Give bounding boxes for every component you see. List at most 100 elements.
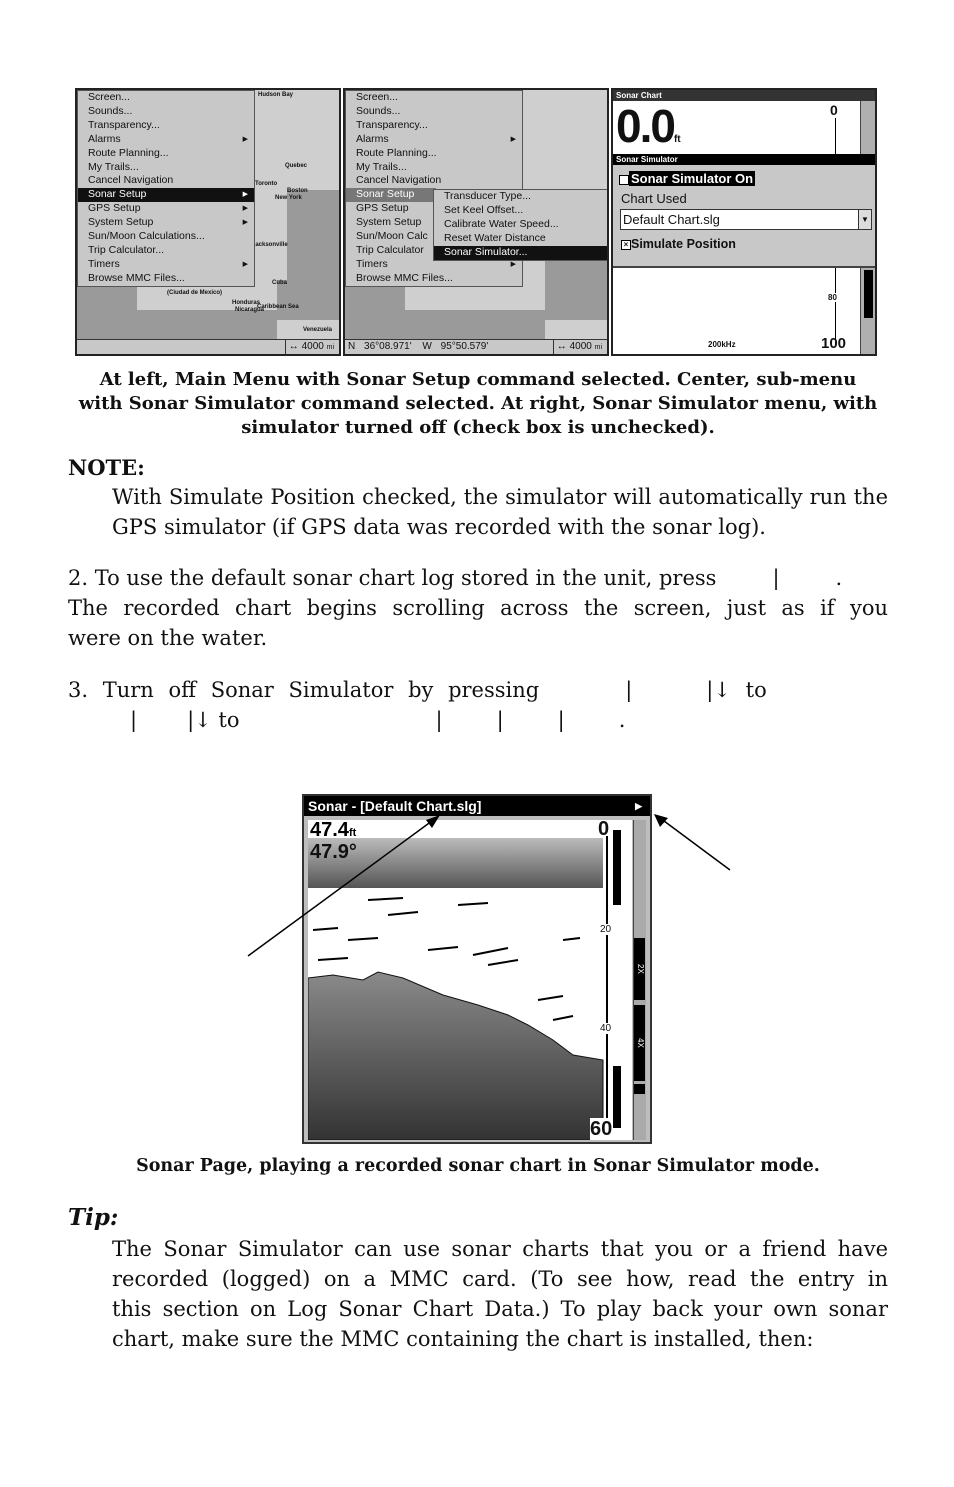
callout-arrow-play: [659, 817, 731, 871]
menu-item-label: Sounds...: [356, 104, 401, 117]
menu-item-gps-setup[interactable]: GPS Setup ▶: [78, 202, 254, 216]
menu-item-transparency[interactable]: Transparency...: [78, 119, 254, 133]
checkbox-label: Simulate Position: [631, 237, 736, 251]
menu-item-label: Sonar Setup: [356, 188, 415, 201]
menu-item[interactable]: Alarms ▶: [346, 133, 522, 147]
depth-scale-label: 40: [600, 1023, 612, 1034]
tip-body: The Sonar Simulator can use sonar charts…: [112, 1234, 888, 1354]
menu-item[interactable]: Transparency...: [346, 119, 522, 133]
submenu-item-calibrate-water-speed[interactable]: Calibrate Water Speed...: [434, 218, 607, 232]
callout-arrows: [247, 814, 731, 957]
status-bar: N 36°08.971' W 95°50.579' ↔ 4000 mi: [345, 339, 607, 354]
checkbox-label: Sonar Simulator On: [629, 171, 756, 186]
depth-value: 0.0: [616, 100, 676, 152]
menu-item-label: Route Planning...: [356, 146, 437, 159]
menu-item-system-setup[interactable]: System Setup ▶: [78, 216, 254, 230]
menu-item-sun-moon[interactable]: Sun/Moon Calculations...: [78, 230, 254, 244]
tip-heading: Tip:: [68, 1204, 119, 1231]
scale-unit: mi: [594, 344, 602, 351]
submenu-item-keel-offset[interactable]: Set Keel Offset...: [434, 203, 607, 218]
menu-item-route-planning[interactable]: Route Planning...: [78, 147, 254, 161]
step-3-text: 3. Turn off Sonar Simulator by pressing: [68, 678, 540, 702]
menu-item-alarms[interactable]: Alarms ▶: [78, 133, 254, 147]
menu-item-label: GPS Setup: [88, 202, 141, 215]
submenu-item-transducer-type[interactable]: Transducer Type...: [434, 190, 607, 204]
scale-arrow-icon: ↔: [556, 341, 567, 352]
tip-line: The Sonar Simulator can use sonar charts…: [112, 1237, 888, 1261]
menu-item[interactable]: My Trails...: [346, 161, 522, 175]
latitude-hemisphere: N: [348, 341, 356, 352]
submenu-arrow-icon: ▶: [242, 260, 248, 268]
tip-line: this section on Log Sonar Chart Data.) T…: [112, 1297, 888, 1321]
key-separator: |: [435, 708, 443, 732]
menu-item-sounds[interactable]: Sounds...: [78, 105, 254, 119]
zoom-bar: [864, 270, 873, 318]
submenu-arrow-icon: ▶: [510, 135, 516, 143]
submenu-item-reset-water-distance[interactable]: Reset Water Distance: [434, 231, 607, 246]
figure-caption: Sonar Page, playing a recorded sonar cha…: [136, 1156, 820, 1176]
submenu-item-sonar-simulator[interactable]: Sonar Simulator...: [434, 245, 607, 260]
menu-item-sonar-setup[interactable]: Sonar Setup: [346, 188, 436, 203]
map-label: (Ciudad de Mexico): [167, 290, 223, 296]
latitude: 36°08.971': [364, 341, 412, 352]
menu-item-label: Browse MMC Files...: [356, 271, 453, 284]
scale-value: 4000: [301, 341, 324, 352]
menu-item[interactable]: Browse MMC Files...: [346, 272, 522, 286]
submenu-arrow-icon: ▶: [242, 191, 248, 199]
menu-item-my-trails[interactable]: My Trails...: [78, 161, 254, 175]
map-scale: ↔ 4000 mi: [284, 340, 337, 354]
scale-arrow-icon: ↔: [288, 341, 299, 352]
main-menu: Screen... Sounds... Transparency... Alar…: [77, 90, 255, 287]
menu-item-label: Set Keel Offset...: [444, 203, 524, 216]
menu-item[interactable]: Sounds...: [346, 105, 522, 119]
menu-item-timers[interactable]: Timers ▶: [78, 258, 254, 272]
menu-item-browse-mmc[interactable]: Browse MMC Files...: [78, 272, 254, 286]
map-label: Boston: [287, 188, 308, 194]
menu-item[interactable]: Route Planning...: [346, 147, 522, 161]
menu-item-label: Timers: [356, 257, 388, 270]
checkbox-checked-icon: ×: [621, 239, 631, 250]
note-heading: NOTE:: [68, 455, 145, 480]
map-label: Venezuela: [303, 327, 333, 333]
zoom-level-4x[interactable]: 4X: [634, 1005, 645, 1081]
menu-item-label: Reset Water Distance: [444, 231, 546, 244]
submenu-arrow-icon: ▶: [242, 135, 248, 143]
zoom-window[interactable]: [634, 1084, 645, 1094]
punctuation: .: [618, 708, 626, 732]
simulate-position-checkbox[interactable]: × Simulate Position: [621, 237, 736, 251]
map-label: Caribbean Sea: [257, 304, 299, 310]
key-separator: |: [496, 708, 504, 732]
chart-used-dropdown[interactable]: Default Chart.slg ▼: [620, 209, 872, 230]
menu-item-label: Sun/Moon Calc: [356, 230, 428, 243]
menu-item-label: Sonar Simulator...: [444, 245, 528, 258]
menu-item-label: Timers: [88, 257, 120, 270]
arrowhead-icon: [426, 815, 440, 828]
menu-item[interactable]: Screen...: [346, 91, 522, 105]
menu-item-screen[interactable]: Screen...: [78, 91, 254, 105]
depth-scale-label: 80: [828, 293, 837, 302]
menu-item-trip-calculator[interactable]: Trip Calculator...: [78, 244, 254, 258]
map-label: New York: [275, 195, 302, 201]
key-separator: |↓ to: [706, 678, 767, 702]
step-3: 3. Turn off Sonar Simulator by pressing |…: [68, 675, 888, 735]
menu-item-label: Transducer Type...: [444, 190, 531, 202]
sonar-simulator-dialog: Sonar Simulator Sonar Simulator On Chart…: [613, 154, 875, 268]
menu-item-label: Alarms: [88, 132, 121, 145]
menu-item-label: My Trails...: [356, 160, 407, 173]
menu-item-label: System Setup: [356, 216, 422, 229]
main-menu-screen: Hudson Bay Quebec Toronto Boston New Yor…: [75, 88, 341, 356]
menu-item-label: GPS Setup: [356, 202, 409, 215]
menu-item-sonar-setup[interactable]: Sonar Setup ▶: [78, 188, 254, 203]
figure-caption: At left, Main Menu with Sonar Setup comm…: [78, 369, 878, 438]
menu-item-label: Screen...: [356, 91, 399, 103]
tip-line: recorded (logged) on a MMC card. (To see…: [112, 1267, 888, 1291]
note-text: With Simulate Position checked, the simu…: [112, 485, 888, 539]
simulator-on-checkbox[interactable]: Sonar Simulator On: [619, 171, 756, 186]
depth-scale-line: [835, 118, 836, 154]
menu-item-cancel-navigation[interactable]: Cancel Navigation: [78, 174, 254, 188]
tip-line: chart, make sure the MMC containing the …: [112, 1327, 814, 1351]
menu-item-label: System Setup: [88, 216, 154, 229]
checkbox-unchecked-icon: [619, 174, 629, 185]
menu-item[interactable]: Cancel Navigation: [346, 174, 522, 188]
menu-item-label: Route Planning...: [88, 146, 169, 159]
